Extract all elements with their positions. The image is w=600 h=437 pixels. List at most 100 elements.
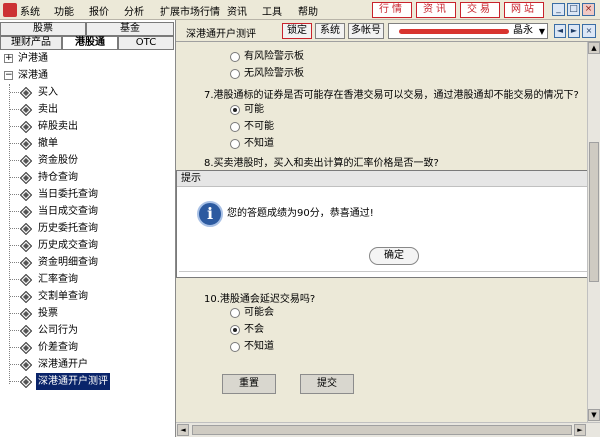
tree-node-shenzhen-connect[interactable]: − 深港通 [0, 67, 176, 84]
radio-button-selected[interactable] [230, 105, 240, 115]
horizontal-scrollbar[interactable]: ◄ ► [176, 422, 600, 437]
multi-account-button[interactable]: 多帐号 [348, 23, 384, 39]
ok-button[interactable]: 确定 [369, 247, 419, 265]
tree-item[interactable]: 投票 [0, 305, 176, 322]
tree-item[interactable]: 汇率查询 [0, 271, 176, 288]
minimize-icon[interactable]: _ [552, 3, 565, 16]
menu-bar: 系统 功能 报价 分析 扩展市场行情 资讯 工具 帮助 行情 资讯 交易 网站 … [0, 0, 600, 20]
scroll-down-icon[interactable]: ▼ [588, 409, 600, 421]
radio-button-selected[interactable] [230, 325, 240, 335]
tree-item[interactable]: 公司行为 [0, 322, 176, 339]
page-title: 深港通开户测评 [186, 29, 256, 40]
system-button[interactable]: 系统 [315, 23, 345, 39]
tree-item[interactable]: 深港通开户 [0, 356, 176, 373]
tree-item-label: 汇率查询 [38, 274, 78, 285]
menu-analysis[interactable]: 分析 [124, 3, 144, 18]
expand-icon[interactable]: + [4, 54, 13, 63]
tree-item[interactable]: 当日委托查询 [0, 186, 176, 203]
tree-item[interactable]: 当日成交查询 [0, 203, 176, 220]
quick-market-button[interactable]: 行情 [372, 2, 412, 18]
tree-item-label: 当日委托查询 [38, 189, 98, 200]
radio-button[interactable] [230, 52, 240, 62]
tree-item[interactable]: 买入 [0, 84, 176, 101]
option-label: 不会 [244, 324, 264, 335]
quick-website-button[interactable]: 网站 [504, 2, 544, 18]
tree-branch-line [10, 330, 19, 331]
tree-branch-line [10, 313, 19, 314]
tree-item[interactable]: 资金明细查询 [0, 254, 176, 271]
scroll-up-icon[interactable]: ▲ [588, 42, 600, 54]
menu-extended-market[interactable]: 扩展市场行情 [160, 3, 220, 18]
lock-button[interactable]: 锁定 [282, 23, 312, 39]
quick-news-button[interactable]: 资讯 [416, 2, 456, 18]
tree-item[interactable]: 历史成交查询 [0, 237, 176, 254]
chevron-down-icon[interactable]: ▼ [539, 25, 545, 38]
menu-system[interactable]: 系统 [20, 3, 40, 18]
tree-item[interactable]: 深港通开户测评 [0, 373, 176, 390]
radio-button[interactable] [230, 342, 240, 352]
menu-help[interactable]: 帮助 [298, 3, 318, 18]
quick-trade-button[interactable]: 交易 [460, 2, 500, 18]
function-diamond-icon [19, 273, 33, 287]
vertical-scrollbar[interactable]: ▲ ▼ [587, 42, 600, 422]
tree-item-label: 历史成交查询 [38, 240, 98, 251]
menu-tools[interactable]: 工具 [262, 3, 282, 18]
tree-item[interactable]: 资金股份 [0, 152, 176, 169]
maximize-icon[interactable]: □ [567, 3, 580, 16]
scroll-right-icon[interactable]: ► [574, 424, 586, 436]
left-nav-panel: 股票 基金 理财产品 港股通 OTC + 沪港通 − 深港通 买入 卖出 碎股卖出撤… [0, 20, 176, 437]
scroll-thumb[interactable] [192, 425, 572, 435]
prev-arrow-icon[interactable]: ◄ [554, 24, 566, 38]
menu-quote[interactable]: 报价 [89, 3, 109, 18]
tree-node-label: 深港通 [18, 70, 48, 81]
function-diamond-icon [19, 290, 33, 304]
notice-dialog: 提示 i 您的答题成绩为90分，恭喜通过! 确定 [176, 170, 594, 278]
tab-funds[interactable]: 基金 [86, 22, 174, 36]
tree-item[interactable]: 历史委托查询 [0, 220, 176, 237]
tree-item[interactable]: 交割单查询 [0, 288, 176, 305]
option-label: 可能 [244, 104, 264, 115]
radio-button[interactable] [230, 139, 240, 149]
tree-item-label: 深港通开户测评 [36, 373, 110, 390]
tree-item[interactable]: 价差查询 [0, 339, 176, 356]
function-diamond-icon [19, 171, 33, 185]
tab-stocks[interactable]: 股票 [0, 22, 86, 36]
tree-item[interactable]: 撤单 [0, 135, 176, 152]
account-suffix: 晶永 [513, 25, 533, 36]
tree-item[interactable]: 持仓查询 [0, 169, 176, 186]
tree-branch-line [10, 126, 19, 127]
function-diamond-icon [19, 307, 33, 321]
dialog-title: 提示 [177, 171, 593, 187]
menu-function[interactable]: 功能 [54, 3, 74, 18]
submit-button[interactable]: 提交 [300, 374, 354, 394]
tree-item[interactable]: 碎股卖出 [0, 118, 176, 135]
function-diamond-icon [19, 137, 33, 151]
tab-stock-connect[interactable]: 港股通 [62, 36, 118, 50]
scroll-thumb[interactable] [589, 142, 599, 282]
tree-branch-line [10, 279, 19, 280]
question-10: 10.港股通会延迟交易吗? [204, 294, 316, 305]
reset-button[interactable]: 重置 [222, 374, 276, 394]
tree-branch-line [10, 245, 19, 246]
tree-item-label: 资金明细查询 [38, 257, 98, 268]
function-diamond-icon [19, 205, 33, 219]
scroll-left-icon[interactable]: ◄ [177, 424, 189, 436]
collapse-icon[interactable]: − [4, 71, 13, 80]
radio-button[interactable] [230, 308, 240, 318]
tree-branch-line [10, 296, 19, 297]
close-panel-icon[interactable]: × [582, 24, 596, 38]
account-select[interactable]: 晶永 ▼ [388, 23, 548, 39]
function-diamond-icon [19, 324, 33, 338]
radio-button[interactable] [230, 122, 240, 132]
next-arrow-icon[interactable]: ► [568, 24, 580, 38]
option-label: 不知道 [244, 138, 274, 149]
tree-item[interactable]: 卖出 [0, 101, 176, 118]
tab-wealth-products[interactable]: 理财产品 [0, 36, 62, 50]
function-diamond-icon [19, 239, 33, 253]
function-diamond-icon [19, 154, 33, 168]
tree-node-shanghai-connect[interactable]: + 沪港通 [0, 50, 176, 67]
radio-button[interactable] [230, 69, 240, 79]
tab-otc[interactable]: OTC [118, 36, 174, 50]
close-icon[interactable]: × [582, 3, 595, 16]
menu-news[interactable]: 资讯 [227, 3, 247, 18]
